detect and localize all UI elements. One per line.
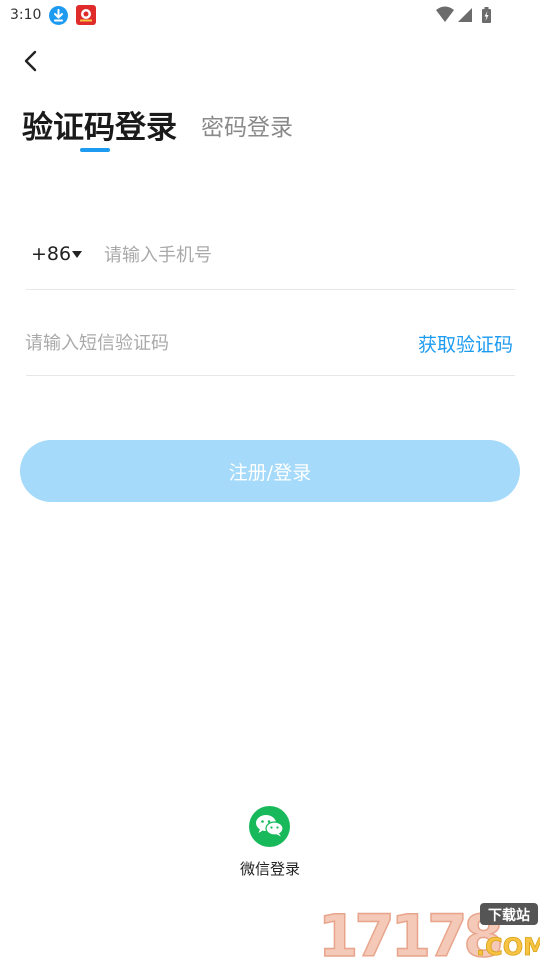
status-time: 3:10 [10,7,42,23]
status-indicators [436,6,506,26]
watermark-logo: 17178 下载站 .COM [316,900,540,960]
status-bar: 3:10 [0,0,540,32]
battery-icon [482,7,491,23]
register-login-button[interactable]: 注册/登录 [20,440,520,502]
divider [26,289,515,290]
divider [26,375,515,376]
wechat-icon [256,815,284,837]
back-arrow-icon [24,50,37,72]
svg-text:下载站: 下载站 [488,907,530,924]
app-badge-icon [76,5,96,25]
phone-input[interactable] [104,236,504,274]
svg-text:17178: 17178 [318,902,500,960]
sms-code-input[interactable] [25,324,395,362]
wifi-icon [436,6,454,22]
tab-active-indicator [80,148,110,152]
country-code-selector[interactable]: +86 [31,243,71,265]
caret-down-icon[interactable] [72,251,82,258]
wechat-login-button[interactable] [249,806,290,847]
svg-text:.COM: .COM [476,933,540,960]
back-button[interactable] [16,46,46,76]
register-login-label: 注册/登录 [228,461,312,484]
download-icon [49,6,68,25]
tab-sms-login[interactable]: 验证码登录 [22,102,177,147]
tab-password-login[interactable]: 密码登录 [201,108,293,142]
get-code-button[interactable]: 获取验证码 [418,330,513,357]
signal-icon [458,8,472,22]
wechat-login-label: 微信登录 [239,860,300,878]
